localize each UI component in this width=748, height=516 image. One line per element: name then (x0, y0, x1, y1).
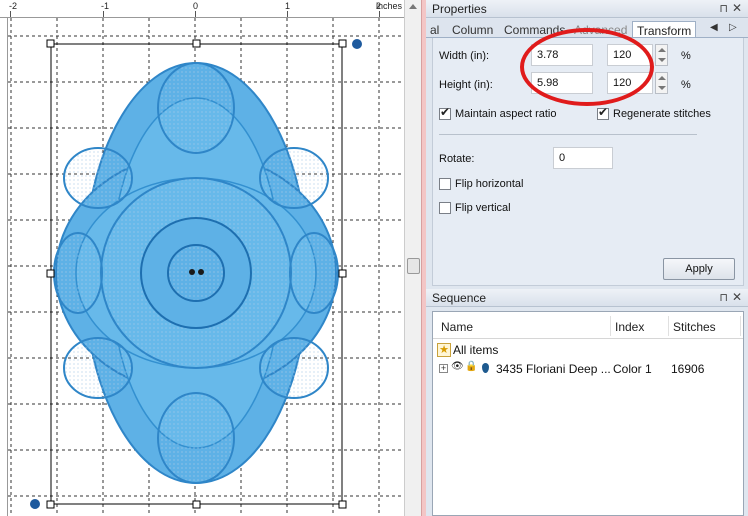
column-header-index[interactable]: Index (615, 316, 669, 336)
properties-titlebar: Properties ⊓ ✕ (426, 0, 748, 18)
ruler-number: -1 (101, 1, 110, 11)
width-percent-spinner[interactable] (655, 44, 668, 66)
ruler-number: -2 (9, 1, 18, 11)
vertical-ruler (0, 18, 8, 516)
column-header-name[interactable]: Name (441, 316, 611, 336)
flip-horizontal-checkbox[interactable] (439, 178, 451, 190)
regenerate-checkbox[interactable]: ✔ (597, 105, 609, 120)
width-percent-sign: % (681, 50, 691, 62)
thread-color-icon (482, 363, 489, 373)
ruler-number: 1 (285, 1, 291, 11)
ruler-tick (195, 11, 196, 17)
scroll-thumb[interactable] (407, 258, 420, 274)
flip-vertical-label: Flip vertical (455, 202, 511, 214)
regenerate-label: Regenerate stitches (613, 108, 711, 120)
width-label: Width (in): (439, 50, 490, 62)
scroll-up-icon[interactable] (409, 4, 417, 9)
pin-icon[interactable]: ⊓ (719, 2, 728, 15)
height-percent-sign: % (681, 79, 691, 91)
ruler-tick (379, 11, 380, 17)
rotate-input[interactable]: 0 (553, 147, 613, 169)
ruler-tick (287, 11, 288, 17)
flip-horizontal-label: Flip horizontal (455, 178, 524, 190)
tab-general[interactable]: al (426, 21, 443, 37)
pin-icon[interactable]: ⊓ (719, 291, 728, 304)
horizontal-ruler: -2 -1 0 1 2 inches (0, 0, 404, 18)
sequence-list: Name Index Stitches ★ All items + 👁 🔒 34… (432, 311, 744, 516)
tab-transform[interactable]: Transform (632, 21, 697, 37)
column-header-stitches[interactable]: Stitches (673, 316, 741, 336)
maintain-aspect-checkbox[interactable]: ✔ (439, 105, 451, 120)
sequence-title: Sequence (432, 291, 487, 305)
row-stitches: 16906 (671, 362, 705, 376)
height-percent-spinner[interactable] (655, 72, 668, 94)
tab-column[interactable]: Column (448, 21, 497, 37)
eye-icon[interactable]: 👁 (451, 361, 464, 372)
tab-scroll-right-icon[interactable]: ▷ (729, 22, 737, 33)
sequence-titlebar: Sequence ⊓ ✕ (426, 289, 748, 307)
separator (439, 134, 697, 135)
star-icon: ★ (437, 343, 451, 357)
embroidery-design (53, 62, 339, 484)
ruler-unit: inches (375, 1, 402, 11)
maintain-aspect-label: Maintain aspect ratio (455, 108, 557, 120)
lock-icon[interactable]: 🔒 (465, 361, 477, 372)
flip-vertical-checkbox[interactable] (439, 202, 451, 214)
all-items-label[interactable]: All items (453, 343, 498, 357)
close-icon[interactable]: ✕ (732, 290, 742, 304)
row-index: Color 1 (613, 362, 652, 376)
tab-scroll-left-icon[interactable]: ◀ (710, 22, 718, 33)
design-canvas[interactable]: -2 -1 0 1 2 inches (0, 0, 404, 516)
height-label: Height (in): (439, 79, 493, 91)
close-icon[interactable]: ✕ (732, 1, 742, 15)
ruler-tick (10, 11, 11, 17)
design-grid (8, 18, 404, 516)
canvas-vertical-scrollbar[interactable] (404, 0, 421, 516)
ruler-tick (103, 11, 104, 17)
header-divider (433, 338, 743, 339)
row-name: 3435 Floriani Deep ... (496, 362, 611, 376)
apply-button[interactable]: Apply (663, 258, 735, 280)
properties-title: Properties (432, 2, 487, 16)
rotate-label: Rotate: (439, 153, 475, 165)
ruler-number: 0 (193, 1, 199, 11)
expand-icon[interactable]: + (439, 364, 448, 373)
red-annotation-ellipse (520, 28, 654, 106)
